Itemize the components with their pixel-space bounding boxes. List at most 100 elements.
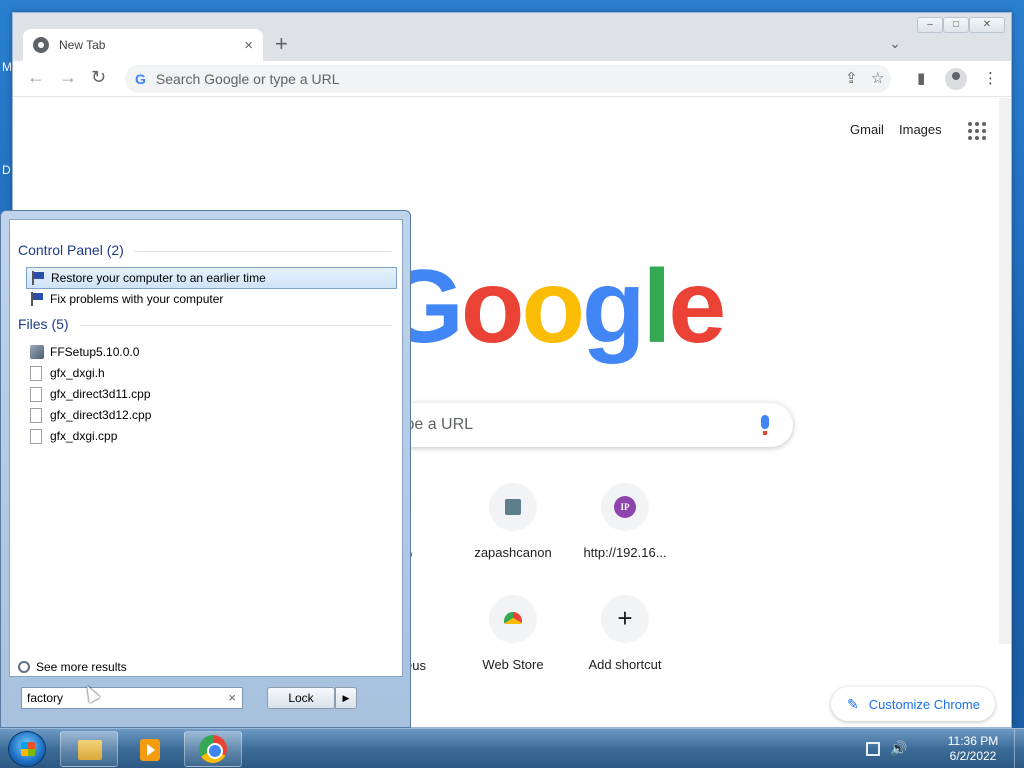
tab-strip: New Tab × + ⌄ – □ ✕ [13, 13, 1011, 61]
page-scrollbar[interactable] [999, 98, 1011, 644]
result-label: gfx_dxgi.h [50, 366, 105, 380]
result-label: gfx_direct3d11.cpp [50, 387, 151, 401]
microphone-icon[interactable] [761, 415, 769, 435]
logo-letter: l [642, 249, 672, 365]
logo-letter: e [668, 249, 726, 365]
plus-icon: + [617, 603, 633, 633]
reload-icon[interactable]: ↻ [91, 67, 106, 88]
result-restore-computer[interactable]: Restore your computer to an earlier time [26, 267, 397, 289]
see-more-results-link[interactable]: See more results [18, 660, 127, 674]
taskbar-media-player-button[interactable] [121, 731, 179, 767]
add-shortcut-tile[interactable]: + Add shortcut [569, 595, 681, 672]
tab-new-tab[interactable]: New Tab × [23, 29, 263, 61]
google-apps-icon[interactable] [968, 122, 986, 140]
see-more-label: See more results [36, 660, 127, 674]
web-store-icon [504, 612, 522, 624]
result-file[interactable]: FFSetup5.10.0.0 [26, 341, 397, 363]
network-icon[interactable] [866, 742, 880, 756]
tab-title: New Tab [59, 38, 106, 52]
minimize-button[interactable]: – [917, 17, 943, 33]
result-label: Restore your computer to an earlier time [51, 271, 266, 285]
result-label: gfx_dxgi.cpp [50, 429, 118, 443]
document-icon [30, 428, 42, 444]
omnibox[interactable]: G Search Google or type a URL ⇪ ☆ [125, 65, 891, 93]
power-options-arrow-icon[interactable]: ▶ [335, 687, 357, 709]
taskbar-explorer-button[interactable] [60, 731, 118, 767]
customize-chrome-label: Customize Chrome [868, 696, 980, 712]
logo-letter: o [460, 249, 525, 365]
search-value: factory [27, 691, 64, 705]
maximize-button[interactable]: □ [943, 17, 969, 33]
shortcut-circle [489, 483, 537, 531]
start-search-input[interactable]: factory × [21, 687, 243, 709]
result-file[interactable]: gfx_dxgi.cpp [26, 425, 397, 447]
shortcut-circle [489, 595, 537, 643]
group-header-control-panel[interactable]: Control Panel (2) [18, 242, 124, 258]
document-icon [30, 386, 42, 402]
clear-search-icon[interactable]: × [228, 688, 236, 708]
clock-date: 6/2/2022 [949, 749, 997, 763]
omnibox-placeholder: Search Google or type a URL [155, 71, 340, 87]
result-file[interactable]: gfx_direct3d11.cpp [26, 383, 397, 405]
close-button[interactable]: ✕ [969, 17, 1005, 33]
shortcut-circle: + [601, 595, 649, 643]
desktop-icon-label[interactable]: D [2, 163, 11, 177]
browser-toolbar: ← → ↻ G Search Google or type a URL ⇪ ☆ … [13, 61, 1011, 97]
shortcut-tile-ip[interactable]: IP http://192.16... [569, 483, 681, 560]
taskbar: 🔊 11:36 PM 6/2/2022 [0, 728, 1024, 768]
flag-icon [31, 271, 45, 285]
shortcut-tile-web-store[interactable]: Web Store [457, 595, 569, 672]
back-icon[interactable]: ← [27, 67, 45, 88]
result-fix-problems[interactable]: Fix problems with your computer [26, 288, 397, 310]
start-button[interactable] [8, 731, 46, 767]
document-icon [30, 407, 42, 423]
new-tab-button[interactable]: + [275, 33, 288, 55]
lock-button[interactable]: Lock [267, 687, 335, 709]
chrome-menu-icon[interactable]: ⋮ [983, 69, 998, 87]
tab-close-icon[interactable]: × [244, 37, 253, 54]
share-icon[interactable]: ⇪ [845, 65, 858, 93]
shortcut-label: zapashcanon [474, 545, 552, 560]
side-panel-icon[interactable]: ▮ [917, 69, 925, 87]
group-header-files[interactable]: Files (5) [18, 316, 69, 332]
google-g-icon: G [135, 71, 146, 87]
logo-letter: o [521, 249, 585, 365]
bookmark-star-icon[interactable]: ☆ [871, 65, 884, 93]
shortcut-label: Add shortcut [588, 657, 662, 672]
shortcut-label: Web Store [482, 657, 544, 672]
forward-icon[interactable]: → [59, 67, 77, 88]
group-divider [134, 251, 392, 252]
group-divider [80, 325, 392, 326]
result-label: Fix problems with your computer [50, 292, 224, 306]
shortcut-circle: IP [601, 483, 649, 531]
result-file[interactable]: gfx_dxgi.h [26, 362, 397, 384]
google-logo: Google [383, 248, 726, 367]
taskbar-chrome-button[interactable] [184, 731, 242, 767]
search-results-pane: Control Panel (2) Restore your computer … [9, 219, 403, 677]
setup-file-icon [30, 345, 44, 359]
start-menu: Control Panel (2) Restore your computer … [0, 210, 411, 728]
pencil-icon: ✎ [847, 695, 859, 712]
images-link[interactable]: Images [899, 122, 942, 137]
shortcut-label: http://192.16... [583, 545, 667, 560]
site-favicon-icon [505, 499, 521, 515]
clock[interactable]: 11:36 PM 6/2/2022 [935, 734, 1011, 764]
document-icon [30, 365, 42, 381]
gmail-link[interactable]: Gmail [850, 122, 884, 137]
customize-chrome-button[interactable]: ✎ Customize Chrome [831, 687, 995, 721]
result-file[interactable]: gfx_direct3d12.cpp [26, 404, 397, 426]
folder-icon [78, 740, 102, 760]
ip-badge-icon: IP [614, 496, 636, 518]
volume-icon[interactable]: 🔊 [890, 740, 907, 757]
media-player-icon [140, 739, 160, 761]
magnifier-icon [18, 661, 30, 673]
clock-time: 11:36 PM [947, 734, 999, 748]
profile-avatar-icon[interactable] [945, 68, 967, 90]
result-label: FFSetup5.10.0.0 [50, 345, 140, 359]
desktop-icon-label[interactable]: M [2, 60, 12, 74]
chrome-icon [199, 735, 227, 763]
logo-letter: g [581, 249, 646, 365]
shortcut-tile-zapashcanon[interactable]: zapashcanon [457, 483, 569, 560]
tab-search-icon[interactable]: ⌄ [889, 35, 901, 52]
show-desktop-button[interactable] [1014, 729, 1024, 768]
